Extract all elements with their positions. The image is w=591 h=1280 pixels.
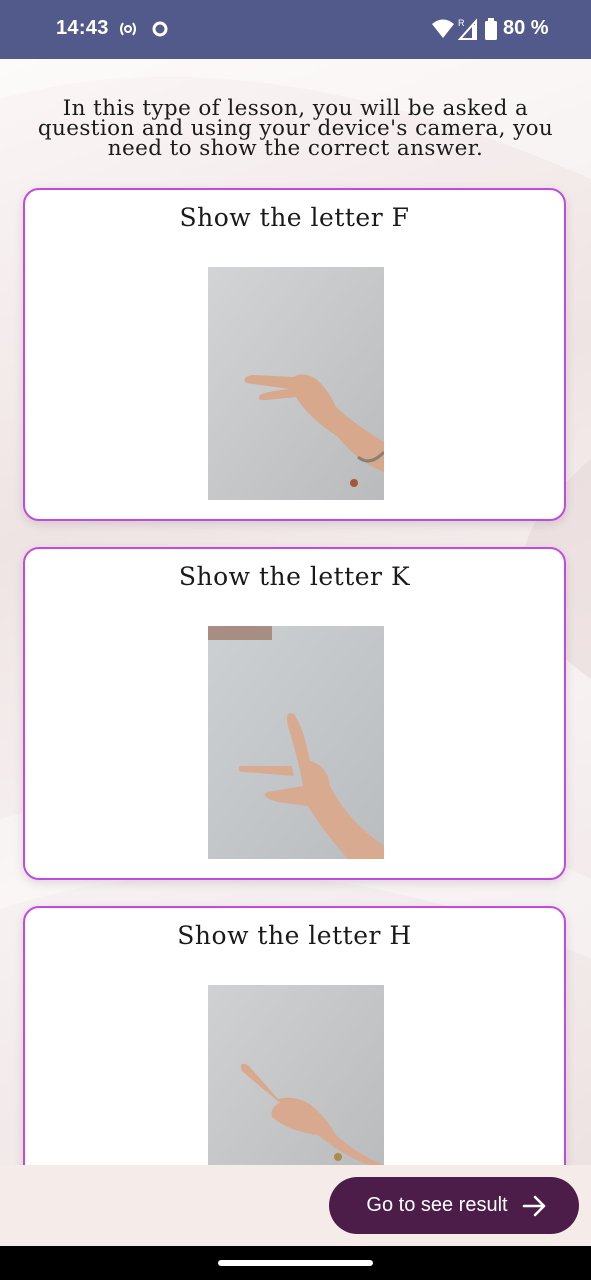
- go-to-result-label: Go to see result: [366, 1194, 508, 1216]
- record-icon: [150, 19, 170, 44]
- question-card: Show the letter K: [23, 547, 566, 880]
- status-time: 14:43: [56, 17, 109, 39]
- question-title: Show the letter K: [178, 562, 411, 591]
- question-card: Show the letter F: [23, 188, 566, 521]
- cellular-roaming-icon: R: [456, 17, 478, 46]
- arrow-right-icon: [522, 1195, 548, 1217]
- status-bar: 14:43 R 80 %: [0, 0, 591, 59]
- hand-sign-image: [208, 267, 384, 500]
- battery-percent: 80 %: [503, 17, 549, 39]
- battery-icon: [484, 18, 498, 45]
- lesson-intro-text: In this type of lesson, you will be aske…: [37, 96, 554, 161]
- radio-signal-icon: [118, 19, 138, 44]
- svg-text:R: R: [458, 18, 465, 28]
- question-title: Show the letter H: [177, 921, 412, 950]
- wifi-icon: [431, 18, 455, 45]
- go-to-result-button[interactable]: Go to see result: [329, 1177, 579, 1234]
- question-title: Show the letter F: [179, 203, 410, 232]
- hand-sign-image: [208, 626, 384, 859]
- system-nav-bar: [0, 1246, 591, 1280]
- home-handle[interactable]: [218, 1260, 373, 1266]
